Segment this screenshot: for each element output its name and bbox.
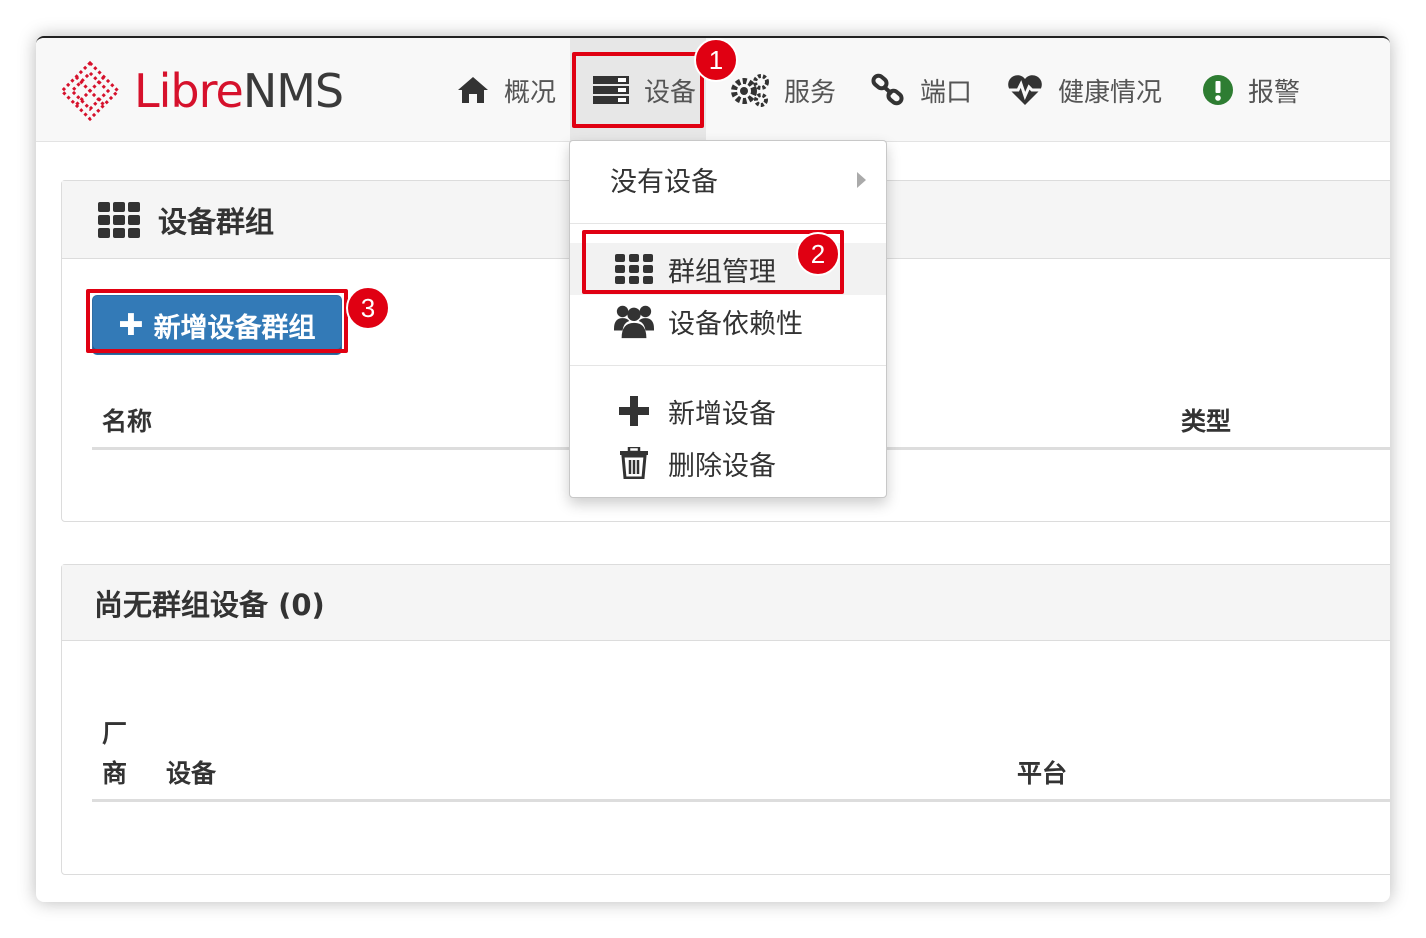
home-icon — [456, 75, 490, 105]
logo-libre: Libre — [134, 64, 244, 118]
trash-icon — [614, 447, 654, 479]
dropdown-divider-2 — [570, 365, 886, 366]
dropdown-divider — [570, 223, 886, 224]
dropdown-item-add-device-label: 新增设备 — [668, 398, 776, 430]
nav-ports-label: 端口 — [920, 77, 973, 108]
ungrouped-devices-title: 尚无群组设备 (0) — [94, 587, 325, 622]
nav-overview-label: 概况 — [504, 77, 557, 108]
cogs-icon — [730, 73, 770, 107]
exclamation-circle-icon — [1202, 74, 1234, 106]
th-icon — [98, 201, 140, 238]
callout-badge-2: 2 — [796, 232, 840, 276]
heartbeat-icon — [1006, 73, 1044, 107]
librenms-logo-mark-icon — [59, 60, 121, 122]
nav-services[interactable]: 服务 — [730, 38, 836, 142]
callout-badge-3: 3 — [346, 286, 390, 330]
plus-icon — [614, 396, 654, 426]
column-header-vendor-line2[interactable]: 商 — [102, 754, 127, 790]
callout-box-1 — [572, 52, 704, 128]
dropdown-item-no-devices[interactable]: 没有设备 — [570, 153, 886, 205]
librenms-logo[interactable]: LibreNMS — [58, 56, 344, 126]
dropdown-item-delete-device-label: 删除设备 — [668, 450, 776, 482]
nav-ports[interactable]: 端口 — [870, 38, 972, 142]
nav-overview[interactable]: 概况 — [456, 38, 556, 142]
submenu-caret-icon — [857, 172, 866, 188]
device-groups-title: 设备群组 — [158, 204, 275, 239]
dropdown-item-delete-device[interactable]: 删除设备 — [570, 437, 886, 489]
browser-window: LibreNMS 概况 设备 服务 端口 健康情况 报警 设备群组 ✚ 新增设备… — [36, 36, 1390, 902]
link-icon — [870, 73, 906, 107]
nav-alerts-label: 报警 — [1248, 77, 1301, 108]
logo-nms: NMS — [242, 64, 344, 118]
dropdown-item-no-devices-label: 没有设备 — [610, 166, 718, 198]
column-header-platform[interactable]: 平台 — [1017, 754, 1067, 790]
nav-health[interactable]: 健康情况 — [1006, 38, 1162, 142]
callout-badge-1: 1 — [694, 38, 738, 82]
table-header-divider-2 — [92, 799, 1390, 802]
ungrouped-devices-panel: 尚无群组设备 (0) — [61, 564, 1390, 875]
users-icon — [614, 303, 654, 339]
callout-box-3 — [86, 289, 348, 353]
logo-wordmark: LibreNMS — [134, 64, 344, 118]
nav-health-label: 健康情况 — [1058, 77, 1163, 108]
column-header-device[interactable]: 设备 — [166, 754, 216, 790]
column-header-name[interactable]: 名称 — [102, 402, 152, 438]
column-header-vendor-line1[interactable]: 厂 — [102, 714, 127, 750]
devices-dropdown-menu: 没有设备 群组管理 设备依赖性 新增设备 删除设备 — [569, 140, 887, 498]
dropdown-item-device-dependencies[interactable]: 设备依赖性 — [570, 295, 886, 347]
nav-alerts[interactable]: 报警 — [1202, 38, 1300, 142]
nav-services-label: 服务 — [784, 77, 837, 108]
column-header-type[interactable]: 类型 — [1181, 402, 1231, 438]
dropdown-item-device-dependencies-label: 设备依赖性 — [668, 308, 803, 340]
ungrouped-devices-panel-header: 尚无群组设备 (0) — [62, 565, 1390, 641]
dropdown-item-add-device[interactable]: 新增设备 — [570, 385, 886, 437]
